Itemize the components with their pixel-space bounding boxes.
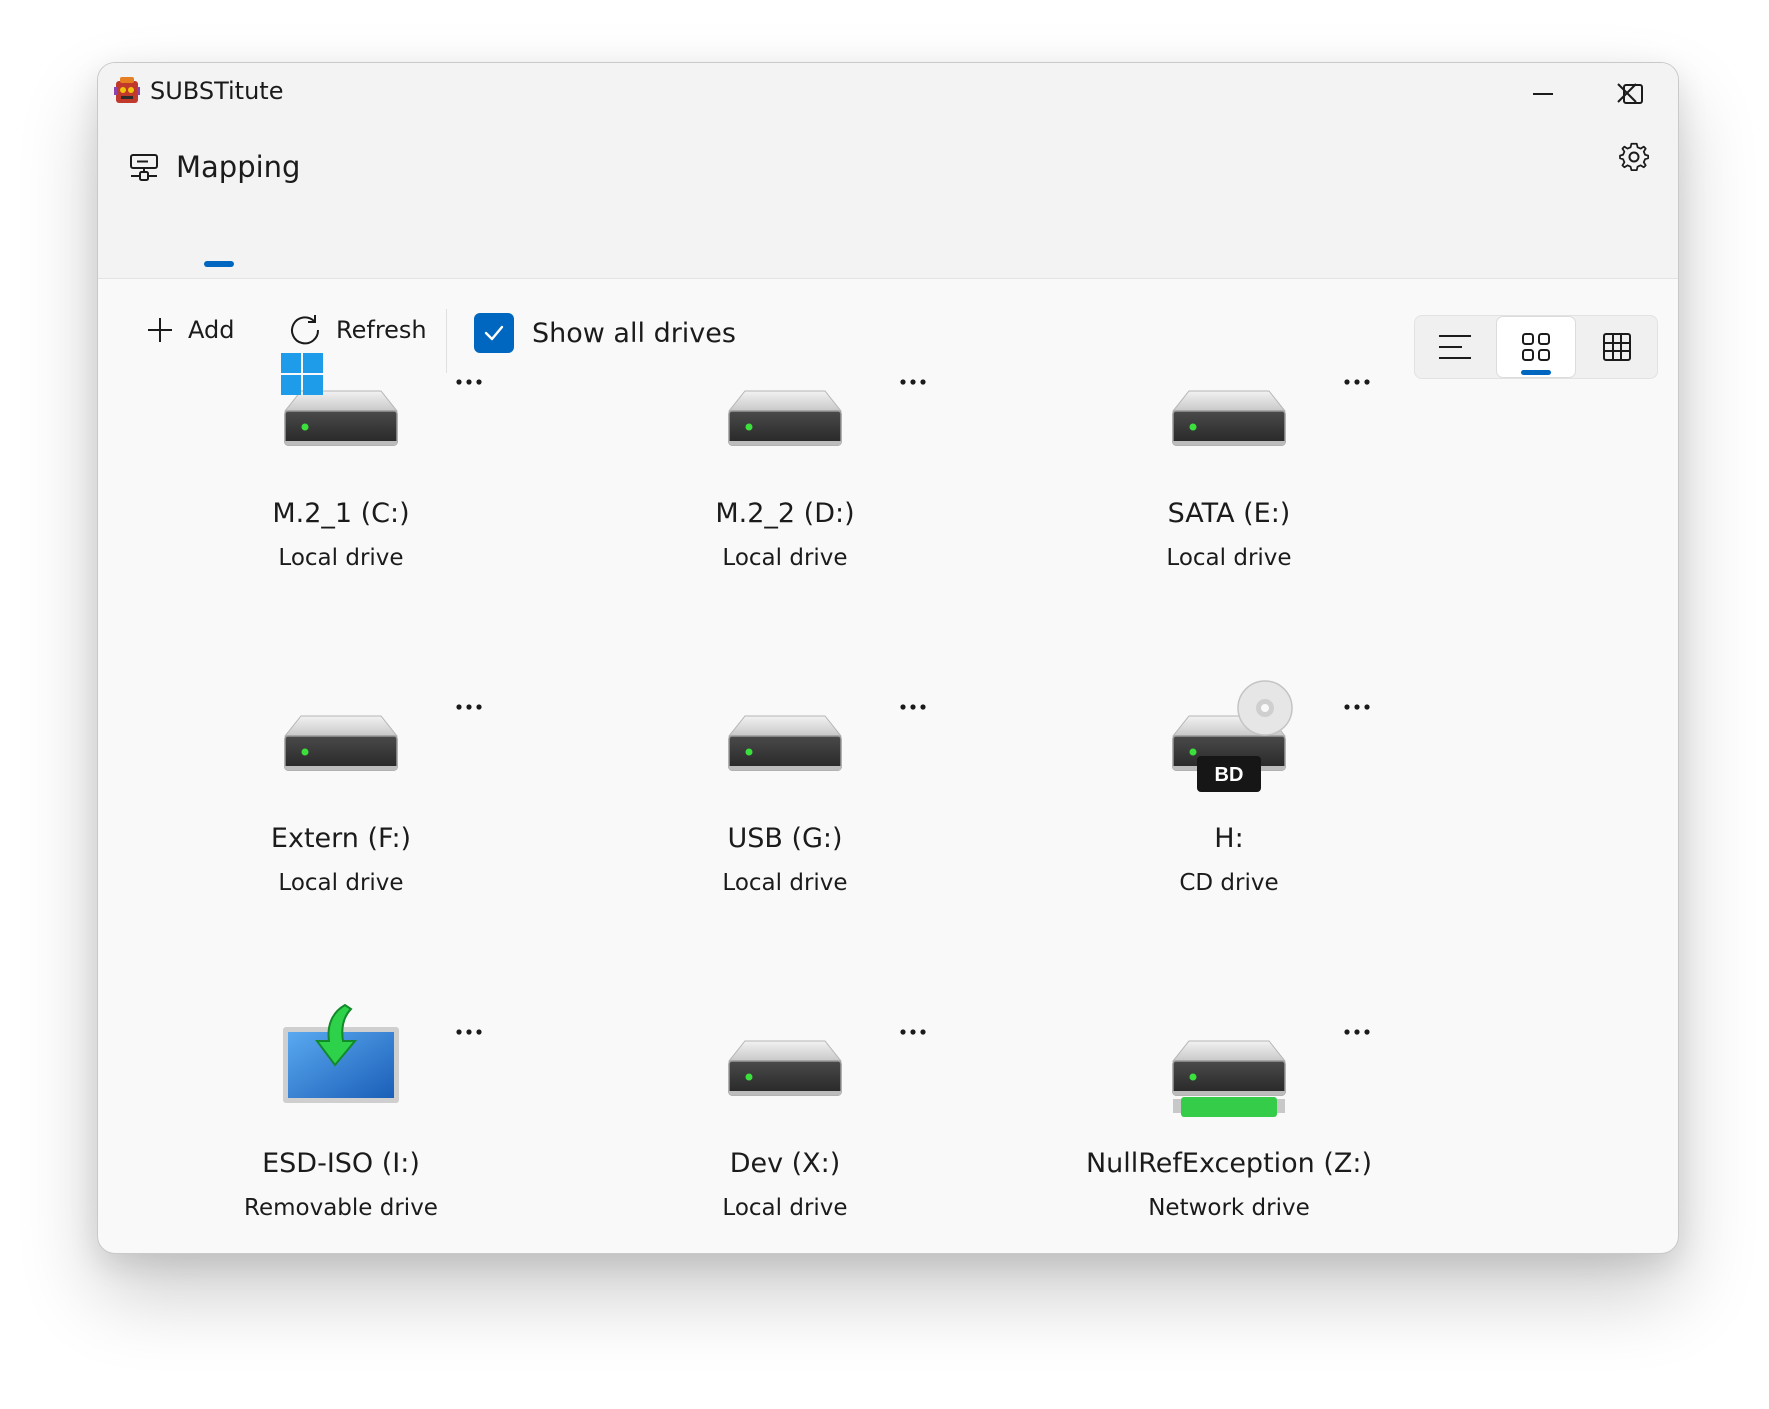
view-mode-selector	[1414, 315, 1658, 379]
minimize-icon	[1533, 93, 1553, 95]
drive-type: Local drive	[278, 870, 404, 896]
drive-name: H:	[1214, 823, 1244, 854]
more-dots-icon	[900, 704, 926, 710]
drive-tile[interactable]: NullRefException (Z:) Network drive	[1079, 1003, 1379, 1253]
more-options-button[interactable]	[893, 367, 933, 397]
close-button[interactable]	[1582, 62, 1672, 124]
refresh-button-label: Refresh	[336, 316, 427, 344]
minimize-button[interactable]	[1498, 63, 1588, 125]
more-options-button[interactable]	[449, 367, 489, 397]
drive-name: Extern (F:)	[270, 823, 412, 854]
more-options-button[interactable]	[1337, 367, 1377, 397]
removable-drive-icon	[271, 1003, 411, 1123]
show-all-drives-label: Show all drives	[532, 317, 736, 349]
title-bar: SUBSTitute	[98, 63, 1678, 125]
tiles-view-icon	[1522, 333, 1550, 361]
drive-type: Local drive	[722, 1195, 848, 1221]
more-dots-icon	[1344, 704, 1370, 710]
drive-tile[interactable]: Dev (X:) Local drive	[635, 1003, 935, 1253]
more-dots-icon	[456, 1029, 482, 1035]
drive-name: SATA (E:)	[1167, 498, 1291, 529]
drive-tile[interactable]: M.2_2 (D:) Local drive	[635, 353, 935, 653]
tab-mapping[interactable]: Mapping	[128, 137, 300, 197]
drive-type: Local drive	[278, 545, 404, 571]
drive-type: Local drive	[722, 870, 848, 896]
navigation-bar: Mapping	[98, 125, 1678, 279]
drive-name: M.2_2 (D:)	[715, 498, 855, 529]
drive-type: Removable drive	[244, 1195, 438, 1221]
drive-name: NullRefException (Z:)	[1085, 1148, 1373, 1179]
more-options-button[interactable]	[893, 692, 933, 722]
drive-tile[interactable]: USB (G:) Local drive	[635, 678, 935, 978]
hard-drive-icon	[1159, 353, 1299, 473]
grid-view-button[interactable]	[1577, 316, 1657, 378]
hard-drive-icon	[271, 678, 411, 798]
system-drive-icon	[271, 353, 411, 473]
drive-type: CD drive	[1179, 870, 1279, 896]
list-view-button[interactable]	[1415, 316, 1495, 378]
more-dots-icon	[456, 379, 482, 385]
settings-button[interactable]	[1612, 135, 1656, 179]
drive-tile[interactable]: Extern (F:) Local drive	[191, 678, 491, 978]
svg-text:BD: BD	[1215, 764, 1244, 786]
refresh-button[interactable]: Refresh	[288, 305, 427, 355]
drive-name: ESD-ISO (I:)	[262, 1148, 420, 1179]
gear-icon	[1619, 142, 1650, 172]
more-dots-icon	[1344, 1029, 1370, 1035]
drive-tile[interactable]: ESD-ISO (I:) Removable drive	[191, 1003, 491, 1253]
hard-drive-icon	[715, 678, 855, 798]
tab-mapping-label: Mapping	[176, 150, 301, 184]
tiles-view-button[interactable]	[1496, 316, 1576, 378]
drive-tile[interactable]: M.2_1 (C:) Local drive	[191, 353, 491, 653]
more-dots-icon	[900, 379, 926, 385]
table-grid-icon	[1603, 333, 1631, 361]
drive-name: M.2_1 (C:)	[272, 498, 410, 529]
more-options-button[interactable]	[449, 692, 489, 722]
hard-drive-icon	[715, 353, 855, 473]
more-options-button[interactable]	[1337, 1017, 1377, 1047]
drive-tile[interactable]: BD H: CD drive	[1079, 678, 1379, 978]
bd-drive-icon: BD	[1159, 678, 1299, 798]
checkmark-icon	[484, 325, 504, 341]
app-logo-icon	[112, 75, 142, 107]
add-button-label: Add	[188, 316, 235, 344]
more-dots-icon	[1344, 379, 1370, 385]
drive-name: Dev (X:)	[729, 1148, 841, 1179]
more-options-button[interactable]	[893, 1017, 933, 1047]
active-tab-indicator	[204, 261, 234, 267]
more-dots-icon	[900, 1029, 926, 1035]
more-options-button[interactable]	[1337, 692, 1377, 722]
active-view-indicator	[1521, 370, 1551, 375]
show-all-drives-checkbox[interactable]: Show all drives	[474, 311, 736, 355]
more-options-button[interactable]	[449, 1017, 489, 1047]
app-window: SUBSTitute Mapping Add Refresh Show all …	[97, 62, 1679, 1254]
drive-type: Network drive	[1148, 1195, 1310, 1221]
drive-tile[interactable]: SATA (E:) Local drive	[1079, 353, 1379, 653]
list-view-icon	[1439, 335, 1471, 359]
hard-drive-icon	[715, 1003, 855, 1123]
checkbox-box[interactable]	[474, 313, 514, 353]
more-dots-icon	[456, 704, 482, 710]
plus-icon	[148, 318, 172, 342]
network-drive-icon	[1159, 1003, 1299, 1123]
drive-type: Local drive	[1166, 545, 1292, 571]
drive-type: Local drive	[722, 545, 848, 571]
refresh-icon	[291, 315, 320, 345]
add-button[interactable]: Add	[146, 305, 234, 355]
network-mapping-icon	[130, 154, 158, 181]
close-icon	[1617, 83, 1637, 103]
drive-name: USB (G:)	[727, 823, 843, 854]
app-title: SUBSTitute	[150, 77, 284, 105]
